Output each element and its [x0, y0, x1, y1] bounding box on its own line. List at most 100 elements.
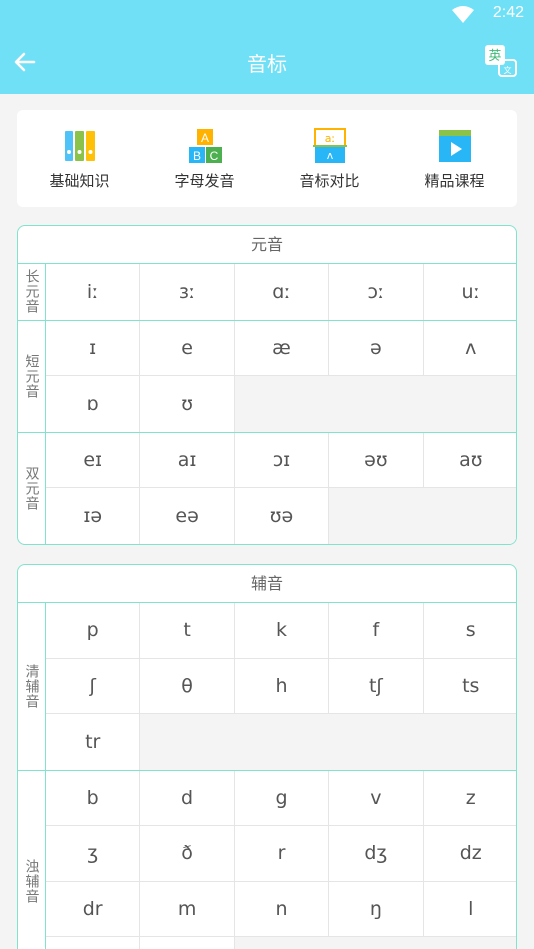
group-label: 短元音 — [18, 320, 46, 432]
consonant-card-title: 辅音 — [18, 565, 516, 603]
phonetic-cell[interactable]: iː — [46, 264, 141, 320]
phonetic-cell[interactable]: d — [140, 770, 235, 825]
phonetic-cell[interactable]: aʊ — [424, 433, 516, 488]
phonetic-cell[interactable]: ʊ — [140, 376, 235, 432]
phonetic-cell[interactable]: ɔɪ — [235, 432, 330, 487]
svg-text:文: 文 — [504, 65, 512, 75]
phonetic-cell[interactable]: ŋ — [329, 881, 424, 936]
wifi-icon — [452, 6, 474, 23]
phonetic-cell[interactable]: dʒ — [329, 826, 424, 881]
quick-label: 音标对比 — [299, 172, 360, 190]
phonetic-cell[interactable]: p — [46, 603, 141, 658]
phonetic-cell[interactable]: f — [329, 603, 424, 658]
phonetic-group: 清辅音 p t k f s ʃ θ h tʃ ts tr — [18, 603, 516, 771]
phonetic-cell[interactable]: eə — [140, 488, 235, 544]
phonetic-cell[interactable]: t — [140, 603, 235, 658]
compare-icon: aː ʌ — [312, 128, 347, 163]
quick-label: 字母发音 — [174, 172, 235, 190]
svg-text:B: B — [192, 149, 200, 163]
phonetic-cell[interactable]: aɪ — [140, 432, 235, 487]
phonetic-cell[interactable]: dr — [46, 881, 141, 936]
phonetic-group: 短元音 ɪ e æ ə ʌ ɒ ʊ — [18, 320, 516, 433]
phonetic-row: tr — [46, 714, 516, 770]
phonetic-cell[interactable]: e — [140, 320, 235, 375]
phonetic-cell[interactable]: ɒ — [46, 376, 141, 432]
phonetic-cell[interactable]: l — [424, 882, 516, 937]
empty-cell — [234, 376, 516, 432]
phonetic-cell[interactable]: ɪə — [46, 488, 141, 544]
phonetic-cell[interactable]: ʒ — [46, 826, 141, 881]
video-icon — [438, 130, 471, 162]
phonetic-row: ɪeæəʌ — [46, 320, 516, 376]
phonetic-row — [46, 937, 516, 949]
phonetic-cell[interactable]: tʃ — [329, 658, 424, 713]
phonetic-cell[interactable]: s — [424, 603, 516, 658]
phonetic-cell[interactable]: uː — [424, 264, 516, 320]
phonetic-cell[interactable]: ʃ — [46, 658, 141, 713]
empty-cell — [234, 937, 516, 949]
phonetic-cell[interactable]: ɪ — [46, 320, 141, 375]
app-bar: 2:42 音标 英 文 — [0, 0, 534, 94]
group-label-text: 长元音 — [23, 269, 40, 315]
quick-phonetic-compare[interactable]: aː ʌ 音标对比 — [267, 110, 392, 207]
phonetic-cell[interactable]: m — [140, 881, 235, 936]
phonetic-cell[interactable]: eɪ — [46, 432, 141, 487]
group-label-text: 双元音 — [23, 465, 40, 511]
binders-icon — [64, 131, 95, 161]
phonetic-cell[interactable]: z — [424, 771, 516, 826]
phonetic-cell[interactable]: tr — [46, 714, 141, 770]
phonetic-cell[interactable]: ts — [424, 659, 516, 714]
phonetic-cell[interactable]: ð — [140, 826, 235, 881]
phonetic-cell[interactable]: v — [329, 770, 424, 825]
empty-cell — [140, 714, 516, 770]
phonetic-cell — [46, 937, 141, 949]
phonetic-row: iː ɜː ɑː ɔː uː — [46, 264, 516, 320]
phonetic-cell[interactable]: æ — [235, 320, 330, 375]
group-label: 清辅音 — [18, 603, 46, 770]
phonetic-cell[interactable]: r — [235, 826, 330, 881]
phonetic-cell[interactable]: θ — [140, 658, 235, 713]
vowel-card-title: 元音 — [18, 226, 516, 264]
group-label-text: 浊辅音 — [23, 859, 40, 904]
phonetic-cell[interactable]: k — [235, 603, 330, 658]
phonetic-cell[interactable]: ɔː — [329, 264, 424, 320]
phonetic-group: 长元音 iː ɜː ɑː ɔː uː — [18, 264, 516, 321]
group-label: 浊辅音 — [18, 770, 46, 949]
phonetic-cell[interactable]: ɑː — [235, 264, 330, 320]
phonetic-row: ʒ ð r dʒ dz — [46, 826, 516, 882]
phonetic-cell[interactable]: n — [235, 881, 330, 936]
quick-letter-pronunciation[interactable]: A B C 字母发音 — [142, 110, 267, 207]
phonetic-row: ɪə eə ʊə — [46, 488, 516, 544]
phonetic-row: ɒʊ — [46, 376, 516, 432]
phonetic-cell[interactable]: ɜː — [140, 264, 235, 320]
phonetic-cell[interactable]: b — [46, 770, 141, 825]
svg-text:aː: aː — [324, 132, 334, 145]
phonetic-cell[interactable]: g — [235, 770, 330, 825]
phonetic-cell[interactable]: ə — [329, 320, 424, 375]
group-label-text: 短元音 — [23, 353, 40, 399]
phonetic-cell[interactable]: dz — [424, 826, 516, 881]
phonetic-cell[interactable]: əʊ — [329, 432, 424, 487]
consonant-card: 辅音 清辅音 p t k f s ʃ θ h tʃ ts tr 浊辅音 b d g v z ʒ ð r dʒ dz dr m n ŋ… — [17, 564, 517, 949]
phonetic-row: bdgvz — [46, 770, 516, 826]
quick-premium-course[interactable]: 精品课程 — [392, 110, 517, 207]
phonetic-group: 双元音 eɪ aɪ ɔɪ əʊ aʊ ɪə eə ʊə — [18, 432, 516, 544]
svg-text:ʌ: ʌ — [326, 149, 333, 162]
quick-basic-knowledge[interactable]: 基础知识 — [17, 110, 142, 207]
group-label: 双元音 — [18, 432, 46, 544]
phonetic-cell[interactable]: ʊə — [235, 488, 330, 544]
phonetic-row: dr m n ŋ l — [46, 881, 516, 937]
group-label-text: 清辅音 — [23, 663, 40, 709]
phonetic-cell[interactable]: h — [235, 658, 330, 713]
vowel-card: 元音 长元音 iː ɜː ɑː ɔː uː 短元音 ɪ e æ ə ʌ ɒ ʊ 双元音 eɪ aɪ ɔɪ əʊ aʊ ɪ… — [17, 225, 517, 545]
group-label: 长元音 — [18, 264, 46, 320]
quick-label: 精品课程 — [424, 172, 485, 190]
page-title: 音标 — [247, 52, 287, 76]
translate-icon[interactable]: 英 文 — [484, 44, 518, 78]
phonetic-cell — [140, 937, 235, 949]
phonetic-cell[interactable]: ʌ — [424, 321, 516, 376]
svg-text:C: C — [209, 149, 218, 163]
empty-cell — [329, 488, 516, 544]
abc-blocks-icon: A B C — [188, 129, 222, 163]
quick-label: 基础知识 — [49, 172, 110, 190]
